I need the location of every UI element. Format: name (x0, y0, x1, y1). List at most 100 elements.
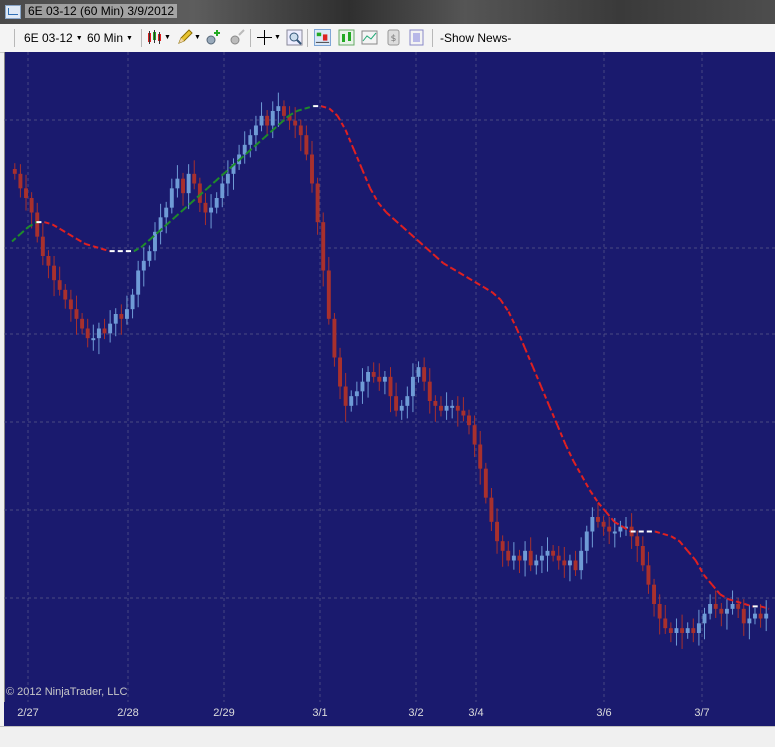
candle-body (730, 604, 735, 609)
ma-segment (352, 149, 363, 170)
candle-body (461, 410, 466, 416)
candle-body (315, 183, 320, 223)
ma-segment (589, 489, 599, 504)
data-box-icon[interactable] (314, 29, 331, 46)
ma-segment (263, 129, 274, 139)
candle-body (186, 173, 191, 194)
price-marker-icon[interactable]: $ (385, 29, 402, 46)
add-indicator-icon[interactable] (205, 29, 222, 46)
ma-segment (410, 233, 420, 243)
ma-segment (296, 107, 306, 112)
candle-body (539, 555, 544, 561)
candle-body (556, 555, 561, 561)
ma-segment (507, 311, 518, 329)
candle-body (444, 405, 449, 411)
ma-segment (654, 530, 664, 535)
candle-body (203, 202, 208, 213)
candle-body (113, 314, 118, 324)
candle-body (293, 120, 298, 126)
candle-body (416, 367, 421, 377)
x-tick-label: 3/1 (312, 707, 328, 719)
candle-body (181, 178, 185, 194)
candle-body (326, 270, 331, 319)
candle-body (405, 396, 410, 406)
ma-segment (613, 520, 623, 528)
candle-body (691, 628, 696, 633)
candle-body (562, 560, 567, 566)
candle-body (753, 613, 757, 619)
candle-body (399, 405, 404, 411)
candle-body (321, 222, 326, 271)
candle-body (607, 526, 612, 532)
candle-body (169, 188, 174, 208)
candle-body (40, 236, 45, 256)
toolbar-separator (141, 29, 142, 47)
chevron-down-icon[interactable]: ▼ (194, 29, 201, 47)
ma-segment (678, 540, 689, 552)
ma-segment (182, 202, 192, 211)
instrument-selector[interactable]: 6E 03-12 ▼ (24, 29, 83, 47)
ma-segment (402, 226, 412, 235)
ma-segment (11, 233, 21, 243)
candle-body (102, 328, 107, 334)
ma-segment (523, 347, 534, 368)
candle-body (310, 154, 314, 184)
candle-body (579, 550, 584, 571)
ma-segment (361, 168, 372, 189)
candle-body (708, 604, 713, 614)
properties-panel-icon[interactable] (408, 29, 425, 46)
candle-body (259, 115, 264, 126)
remove-indicator-icon[interactable] (229, 29, 246, 46)
chart-template-icon[interactable] (361, 29, 378, 46)
ma-segment (76, 238, 86, 245)
candle-body (220, 183, 225, 198)
chevron-down-icon: ▼ (75, 34, 83, 42)
toolbar-separator (432, 29, 433, 47)
ma-segment (532, 366, 543, 387)
ma-segment (328, 107, 339, 117)
ma-segment (336, 115, 347, 131)
show-news-button[interactable]: -Show News- (440, 29, 511, 47)
ma-segment (165, 216, 176, 226)
candle-body (68, 299, 73, 310)
window-title: 6E 03-12 (60 Min) 3/9/2012 (25, 4, 178, 18)
candle-body (130, 294, 135, 310)
candle-body (439, 405, 443, 411)
x-tick-label: 3/6 (596, 707, 612, 719)
chart-properties-icon[interactable] (338, 29, 355, 46)
price-chart[interactable] (4, 52, 775, 702)
x-tick-label: 3/2 (408, 707, 424, 719)
interval-selector[interactable]: 60 Min ▼ (87, 29, 133, 47)
x-tick-label: 3/7 (694, 707, 710, 719)
ma-segment (662, 532, 672, 538)
candle-body (304, 135, 309, 155)
candle-body (612, 531, 617, 534)
candle-body (478, 444, 483, 469)
zoom-icon[interactable] (286, 29, 303, 46)
ma-segment (344, 129, 355, 151)
chevron-down-icon[interactable]: ▼ (274, 29, 281, 47)
ma-segment (434, 255, 445, 264)
ma-segment (393, 219, 404, 228)
crosshair-icon[interactable] (256, 29, 273, 46)
candle-body (596, 517, 600, 522)
candle-body (96, 328, 101, 339)
ma-segment (60, 228, 70, 236)
ma-segment (304, 105, 314, 110)
candlestick-style-icon[interactable] (146, 29, 163, 46)
pencil-drawing-icon[interactable] (176, 29, 193, 46)
candle-body (388, 376, 393, 397)
candle-body (668, 628, 673, 633)
x-tick-label: 2/27 (17, 707, 39, 719)
candle-body (377, 376, 382, 382)
candle-body (433, 401, 438, 406)
chart-toolbar: 6E 03-12 ▼ 60 Min ▼ ▼ ▼ ▼ $ -Show News- (0, 24, 775, 53)
ma-segment (279, 115, 290, 124)
candle-body (360, 381, 365, 392)
candle-body (528, 550, 533, 566)
chevron-down-icon[interactable]: ▼ (164, 29, 171, 47)
ma-segment (44, 221, 53, 226)
candle-body (713, 604, 718, 609)
ma-segment (744, 603, 754, 608)
candle-body (108, 323, 113, 334)
